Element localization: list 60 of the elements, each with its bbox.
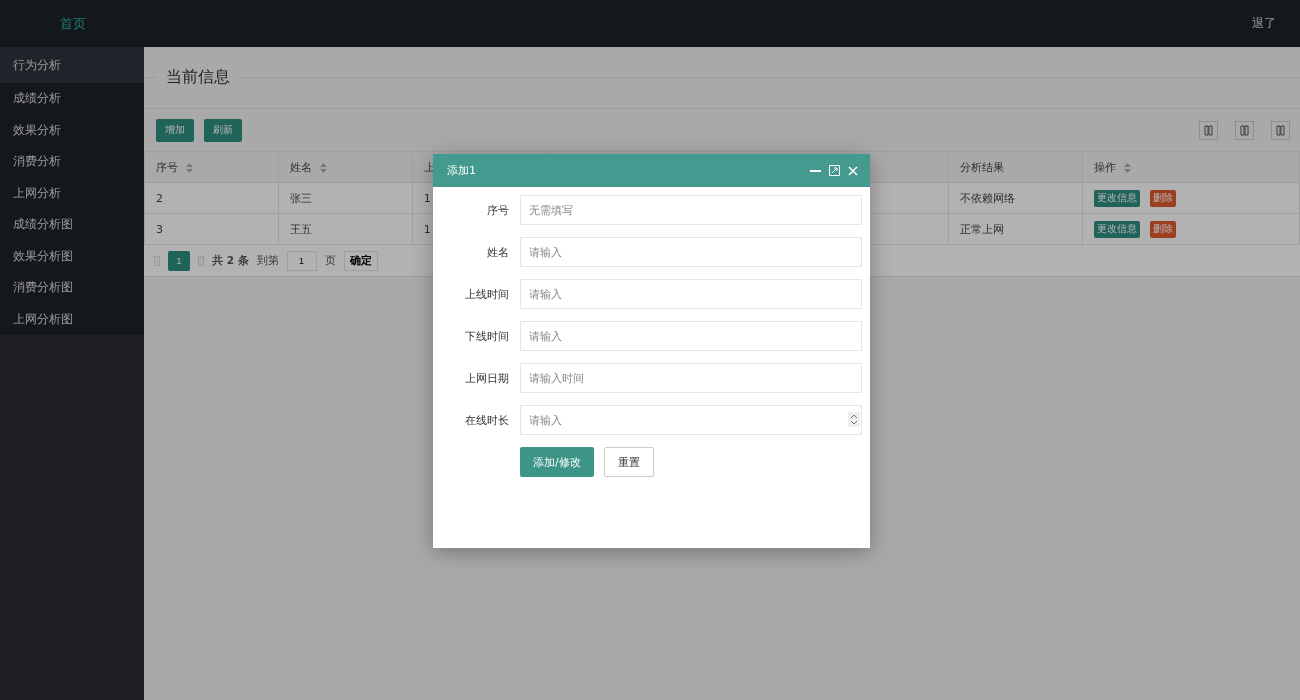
sidebar-item[interactable]: 上网分析图 — [0, 303, 144, 335]
table-cell: 3 — [144, 213, 279, 245]
sidebar-item[interactable]: 效果分析 — [0, 114, 144, 146]
field-label: 姓名 — [486, 244, 510, 260]
total-count: 共 2 条 — [212, 253, 249, 268]
field-label: 下线时间 — [464, 328, 510, 344]
page-input[interactable]: 1 — [286, 250, 317, 271]
table-cell: 王五 — [278, 213, 413, 245]
table-cell: 不依赖网络 — [948, 182, 1083, 214]
sort-icon[interactable] — [186, 162, 193, 173]
sidebar-item[interactable]: 消费分析 — [0, 146, 144, 178]
sort-icon[interactable] — [319, 162, 327, 173]
input-field[interactable]: 请输入 — [520, 279, 862, 309]
input-field[interactable]: 请输入 — [520, 405, 862, 435]
export-button[interactable] — [1235, 120, 1254, 140]
column-header: 分析结果 — [948, 151, 1083, 183]
filter-columns-button[interactable] — [1199, 120, 1218, 140]
table-cell: 张三 — [278, 182, 413, 214]
columns-icon — [1204, 124, 1213, 136]
delete-button[interactable]: 删除 — [1150, 189, 1177, 207]
page-unit: 页 — [324, 253, 336, 268]
column-header: 序号 — [144, 151, 279, 183]
section-title: 当前信息 — [166, 67, 230, 88]
columns-icon — [1276, 124, 1285, 136]
refresh-button[interactable]: 刷新 — [204, 118, 242, 142]
goto-label: 到第 — [256, 253, 279, 268]
sidebar-item[interactable]: 行为分析 — [0, 47, 144, 83]
field-label: 上网日期 — [464, 370, 510, 386]
sidebar-item[interactable]: 上网分析 — [0, 177, 144, 209]
input-field[interactable]: 请输入 — [520, 321, 862, 351]
home-link[interactable]: 首页 — [60, 14, 86, 33]
sidebar-item[interactable]: 成绩分析 — [0, 83, 144, 115]
sort-icon[interactable] — [1124, 162, 1132, 173]
input-field[interactable]: 无需填写 — [520, 195, 862, 225]
edit-button[interactable]: 更改信息 — [1094, 220, 1141, 238]
input-field[interactable]: 请输入 — [520, 237, 862, 267]
column-header: 姓名 — [278, 151, 413, 183]
input-field[interactable]: 请输入时间 — [520, 363, 862, 393]
reset-button[interactable]: 重置 — [603, 447, 654, 477]
column-header: 操作 — [1082, 151, 1300, 183]
logout-link[interactable]: 退了 — [1252, 15, 1276, 32]
field-label: 上线时间 — [464, 286, 510, 302]
submit-button[interactable]: 添加/修改 — [520, 447, 594, 477]
columns-icon — [1240, 124, 1249, 136]
confirm-button[interactable]: 确定 — [343, 250, 378, 271]
edit-button[interactable]: 更改信息 — [1094, 189, 1141, 207]
delete-button[interactable]: 删除 — [1150, 220, 1177, 238]
sidebar-item[interactable]: 消费分析图 — [0, 272, 144, 304]
table-cell: 2 — [144, 182, 279, 214]
print-button[interactable] — [1271, 120, 1290, 140]
maximize-icon[interactable] — [829, 165, 840, 176]
table-cell: 正常上网 — [948, 213, 1083, 245]
close-icon[interactable] — [848, 165, 858, 176]
add-button[interactable]: 增加 — [156, 118, 194, 142]
sidebar-item[interactable]: 成绩分析图 — [0, 209, 144, 241]
page-button[interactable]: 1 — [168, 250, 190, 271]
spinner-icon[interactable] — [848, 412, 860, 427]
field-label: 在线时长 — [464, 412, 510, 428]
dialog-title: 添加1 — [447, 163, 477, 178]
sidebar-item[interactable]: 效果分析图 — [0, 240, 144, 272]
